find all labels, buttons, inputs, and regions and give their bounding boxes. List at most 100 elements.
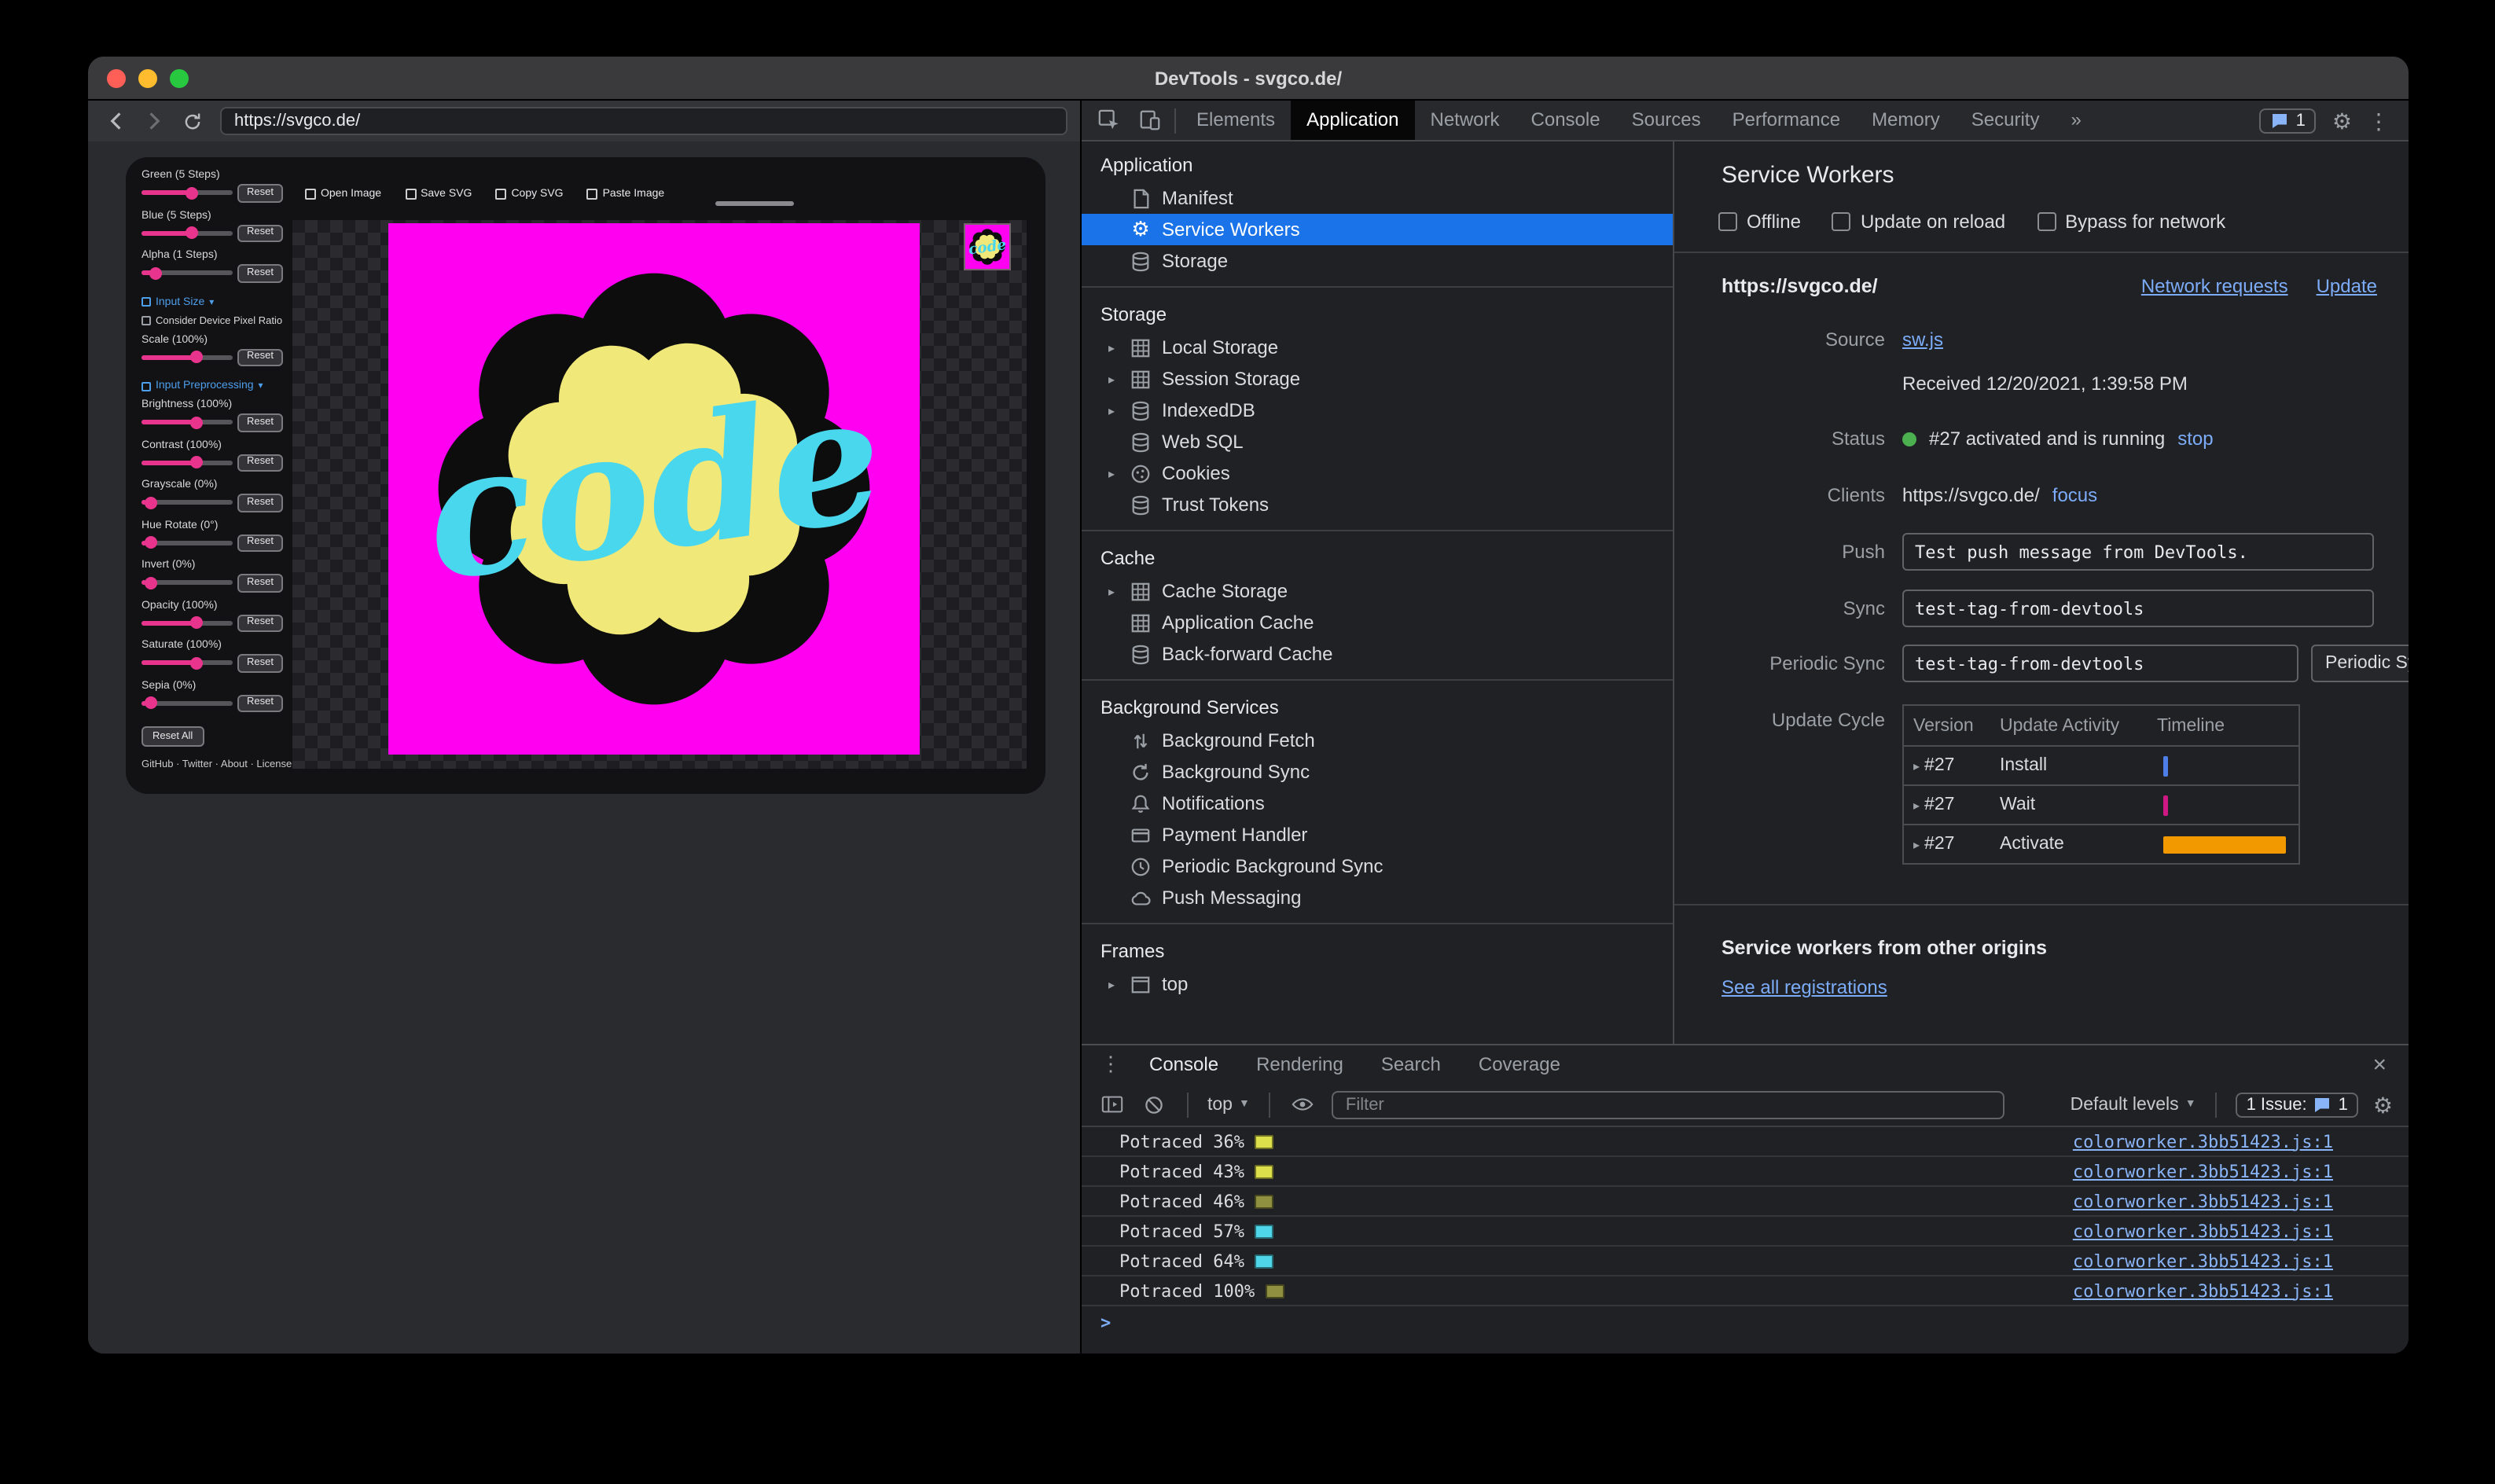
sidebar-item-session-storage[interactable]: ▸ Session Storage [1082, 363, 1673, 395]
source-thumbnail[interactable] [964, 223, 1011, 270]
source-link[interactable]: colorworker.3bb51423.js:1 [2073, 1131, 2333, 1152]
drawer-tab-rendering[interactable]: Rendering [1237, 1045, 1362, 1083]
offline-checkbox[interactable]: Offline [1718, 211, 1801, 233]
stop-link[interactable]: stop [2177, 428, 2213, 450]
alpha-slider[interactable] [141, 266, 233, 280]
reset-button[interactable]: Reset [237, 454, 283, 472]
update-on-reload-checkbox[interactable]: Update on reload [1832, 211, 2005, 233]
source-link[interactable]: colorworker.3bb51423.js:1 [2073, 1251, 2333, 1271]
app-footer-links[interactable]: GitHub · Twitter · About · License [141, 759, 292, 770]
reset-button[interactable]: Reset [237, 264, 283, 282]
sidebar-item-notifications[interactable]: Notifications [1082, 788, 1673, 819]
scale-slider[interactable] [141, 351, 233, 364]
brightness-slider[interactable] [141, 416, 233, 429]
periodic-sync-button[interactable]: Periodic Sync [2311, 645, 2409, 682]
expand-icon[interactable]: ▸ [1104, 977, 1119, 991]
sidebar-item-payment-handler[interactable]: Payment Handler [1082, 819, 1673, 850]
clear-console-icon[interactable] [1140, 1090, 1168, 1119]
close-icon[interactable]: × [2372, 1051, 2409, 1078]
drawer-tab-coverage[interactable]: Coverage [1460, 1045, 1579, 1083]
url-bar[interactable] [220, 107, 1067, 135]
inspect-icon[interactable] [1088, 100, 1129, 141]
context-selector[interactable]: top ▼ [1207, 1095, 1250, 1114]
reset-button[interactable]: Reset [237, 534, 283, 552]
table-row[interactable]: ▸ #27 Activate [1904, 824, 2298, 863]
expand-icon[interactable]: ▸ [1913, 798, 1920, 812]
hue-rotate-slider[interactable] [141, 536, 233, 549]
issues-badge[interactable]: 1 [2259, 108, 2317, 133]
reset-all-button[interactable]: Reset All [141, 726, 204, 747]
contrast-slider[interactable] [141, 456, 233, 469]
zoom-slider[interactable] [715, 201, 794, 206]
window-titlebar[interactable]: DevTools - svgco.de/ [88, 57, 2409, 101]
sidebar-item-application-cache[interactable]: Application Cache [1082, 607, 1673, 638]
source-link[interactable]: colorworker.3bb51423.js:1 [2073, 1161, 2333, 1181]
reset-button[interactable]: Reset [237, 413, 283, 432]
reset-button[interactable]: Reset [237, 574, 283, 592]
expand-icon[interactable]: ▸ [1104, 372, 1119, 386]
open-image-button[interactable]: Open Image [305, 189, 381, 200]
kebab-menu-icon[interactable]: ⋮ [1091, 1052, 1130, 1077]
filter-input[interactable] [1331, 1090, 2004, 1119]
color-swatch[interactable] [1255, 1194, 1274, 1208]
reset-button[interactable]: Reset [237, 348, 283, 366]
console-sidebar-icon[interactable] [1097, 1090, 1126, 1119]
tab-application[interactable]: Application [1291, 101, 1415, 140]
tab-security[interactable]: Security [1956, 101, 2056, 140]
more-tabs-button[interactable]: » [2055, 101, 2096, 140]
network-requests-link[interactable]: Network requests [2141, 275, 2288, 297]
push-input[interactable] [1902, 533, 2374, 571]
dpr-checkbox[interactable]: Consider Device Pixel Ratio [141, 315, 283, 326]
sepia-slider[interactable] [141, 696, 233, 710]
drawer-tab-console[interactable]: Console [1130, 1045, 1237, 1083]
table-row[interactable]: ▸ #27 Wait [1904, 784, 2298, 824]
color-swatch[interactable] [1255, 1164, 1274, 1178]
live-expression-eye-icon[interactable] [1289, 1090, 1317, 1119]
sidebar-item-background-fetch[interactable]: Background Fetch [1082, 725, 1673, 756]
issues-counter[interactable]: 1 Issue: 1 [2235, 1092, 2359, 1117]
invert-slider[interactable] [141, 576, 233, 590]
canvas-image[interactable] [388, 223, 920, 755]
console-prompt[interactable]: > [1082, 1306, 2409, 1338]
color-swatch[interactable] [1266, 1284, 1285, 1298]
source-link[interactable]: colorworker.3bb51423.js:1 [2073, 1280, 2333, 1301]
sync-input[interactable] [1902, 590, 2374, 627]
sidebar-item-periodic-background-sync[interactable]: Periodic Background Sync [1082, 850, 1673, 882]
sidebar-item-storage[interactable]: Storage [1082, 245, 1673, 277]
tab-network[interactable]: Network [1415, 101, 1516, 140]
sw-js-link[interactable]: sw.js [1902, 329, 1943, 351]
color-swatch[interactable] [1255, 1254, 1274, 1268]
reset-button[interactable]: Reset [237, 224, 283, 242]
sidebar-item-manifest[interactable]: Manifest [1082, 182, 1673, 214]
section-input-preprocessing[interactable]: Input Preprocessing ▾ [141, 380, 283, 391]
zoom-window-button[interactable] [170, 69, 189, 88]
see-all-registrations-link[interactable]: See all registrations [1722, 976, 1887, 998]
grayscale-slider[interactable] [141, 496, 233, 509]
expand-icon[interactable]: ▸ [1913, 759, 1920, 773]
tab-sources[interactable]: Sources [1616, 101, 1717, 140]
expand-icon[interactable]: ▸ [1104, 584, 1119, 598]
sidebar-item-trust-tokens[interactable]: Trust Tokens [1082, 489, 1673, 520]
expand-icon[interactable]: ▸ [1104, 403, 1119, 417]
saturate-slider[interactable] [141, 656, 233, 670]
device-toolbar-icon[interactable] [1129, 100, 1170, 141]
sidebar-item-back-forward-cache[interactable]: Back-forward Cache [1082, 638, 1673, 670]
opacity-slider[interactable] [141, 616, 233, 630]
close-window-button[interactable] [107, 69, 126, 88]
paste-image-button[interactable]: Paste Image [586, 189, 664, 200]
back-icon[interactable] [101, 105, 132, 137]
sidebar-item-web-sql[interactable]: Web SQL [1082, 426, 1673, 457]
color-swatch[interactable] [1255, 1224, 1274, 1238]
source-link[interactable]: colorworker.3bb51423.js:1 [2073, 1221, 2333, 1241]
sidebar-item-cookies[interactable]: ▸ Cookies [1082, 457, 1673, 489]
kebab-menu-icon[interactable]: ⋮ [2368, 109, 2390, 131]
tab-memory[interactable]: Memory [1856, 101, 1956, 140]
expand-icon[interactable]: ▸ [1913, 837, 1920, 851]
drawer-tab-search[interactable]: Search [1362, 1045, 1460, 1083]
green-slider[interactable] [141, 186, 233, 200]
copy-svg-button[interactable]: Copy SVG [495, 189, 564, 200]
sidebar-item-push-messaging[interactable]: Push Messaging [1082, 882, 1673, 913]
reload-icon[interactable] [176, 105, 208, 137]
reset-button[interactable]: Reset [237, 654, 283, 672]
sidebar-item-cache-storage[interactable]: ▸ Cache Storage [1082, 575, 1673, 607]
